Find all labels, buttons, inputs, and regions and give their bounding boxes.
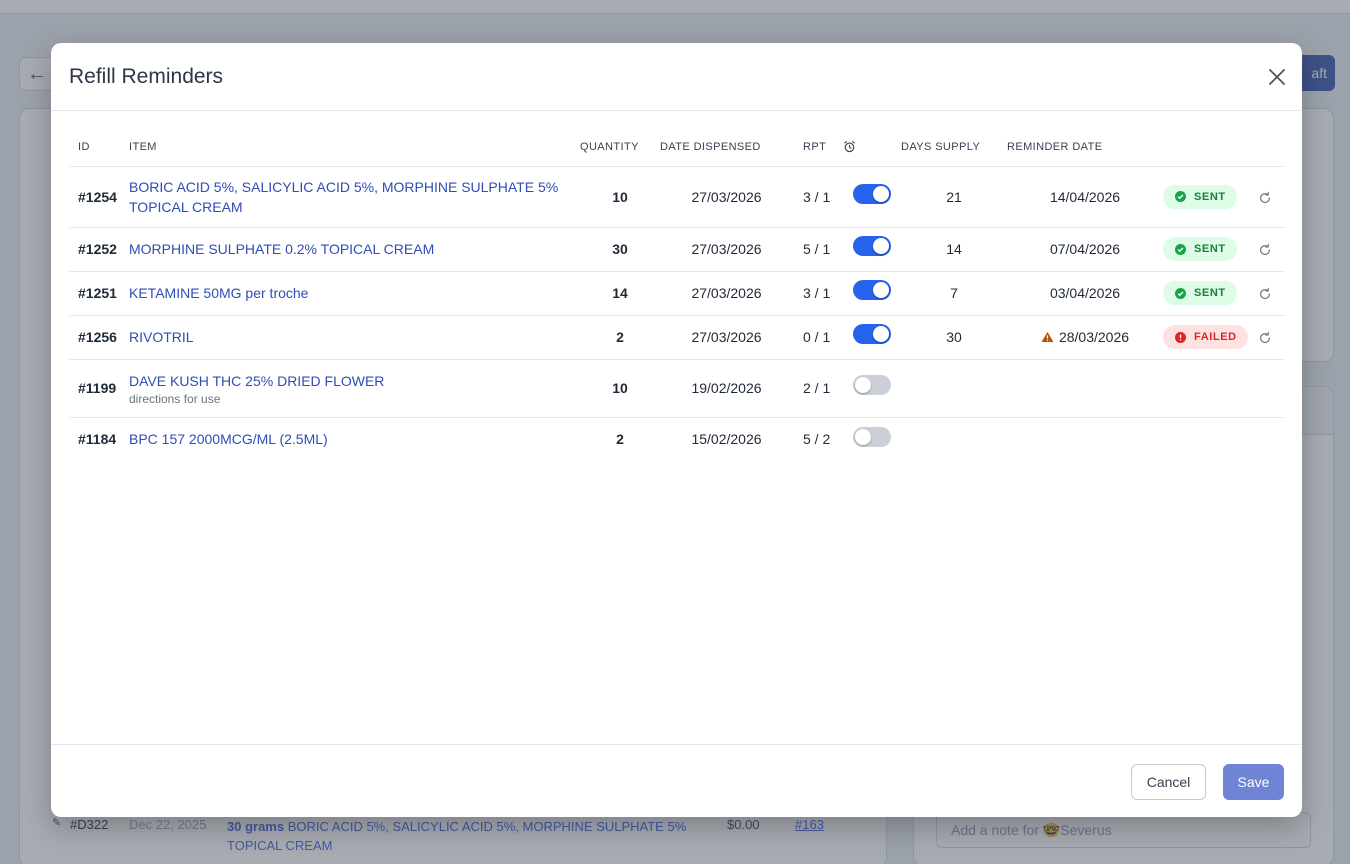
row-quantity: 2: [580, 315, 660, 360]
status-badge: SENT: [1163, 237, 1237, 261]
table-row: #1251 KETAMINE 50MG per troche 14 27/03/…: [69, 271, 1284, 316]
col-header-date-dispensed: DATE DISPENSED: [660, 128, 793, 167]
row-id: #1252: [69, 227, 129, 272]
col-header-alarm: [843, 128, 901, 167]
col-header-action: [1245, 128, 1284, 167]
reminders-table: ID ITEM QUANTITY DATE DISPENSED RPT DAYS…: [69, 128, 1284, 461]
modal-title: Refill Reminders: [69, 65, 224, 88]
reminder-toggle[interactable]: [853, 375, 891, 396]
reminder-toggle[interactable]: [853, 426, 891, 447]
refresh-icon[interactable]: [1258, 191, 1272, 205]
table-row: #1254 BORIC ACID 5%, SALICYLIC ACID 5%, …: [69, 166, 1284, 228]
row-reminder-date-cell: 28/03/2026: [1007, 315, 1163, 360]
alert-circle-icon: [1175, 331, 1186, 343]
row-date-dispensed: 27/03/2026: [660, 166, 793, 228]
row-id: #1199: [69, 359, 129, 418]
row-rpt: 5 / 1: [793, 227, 843, 272]
row-date-dispensed: 27/03/2026: [660, 271, 793, 316]
row-days-supply: 7: [901, 271, 1007, 316]
row-id: #1256: [69, 315, 129, 360]
row-date-dispensed: 27/03/2026: [660, 315, 793, 360]
row-item-directions: directions for use: [129, 391, 221, 406]
row-date-dispensed: 27/03/2026: [660, 227, 793, 272]
alarm-clock-icon: [844, 141, 855, 153]
status-badge: FAILED: [1163, 325, 1248, 349]
table-row: #1184 BPC 157 2000MCG/ML (2.5ML) 2 15/02…: [69, 417, 1284, 461]
close-button[interactable]: [1265, 65, 1289, 89]
row-quantity: 30: [580, 227, 660, 272]
table-row: #1252 MORPHINE SULPHATE 0.2% TOPICAL CRE…: [69, 227, 1284, 272]
reminder-toggle[interactable]: [853, 236, 891, 257]
refresh-icon[interactable]: [1258, 243, 1272, 257]
status-badge: SENT: [1163, 184, 1237, 209]
reminder-toggle[interactable]: [853, 280, 891, 301]
row-reminder-date: 28/03/2026: [1058, 329, 1130, 345]
row-reminder-date: 07/04/2026: [1007, 227, 1163, 272]
col-header-item: ITEM: [129, 128, 580, 167]
reminder-toggle[interactable]: [853, 324, 891, 345]
row-item-link[interactable]: BPC 157 2000MCG/ML (2.5ML): [129, 429, 568, 449]
col-header-id: ID: [69, 128, 129, 167]
row-rpt: 5 / 2: [803, 431, 831, 448]
row-item-link[interactable]: MORPHINE SULPHATE 0.2% TOPICAL CREAM: [129, 239, 568, 259]
check-circle-icon: [1175, 191, 1186, 202]
refresh-icon[interactable]: [1258, 287, 1272, 301]
row-days-supply: 21: [901, 166, 1007, 228]
row-id: #1254: [69, 166, 129, 228]
row-days-supply: 30: [901, 315, 1007, 360]
table-header-row: ID ITEM QUANTITY DATE DISPENSED RPT DAYS…: [69, 128, 1284, 167]
row-id: #1184: [78, 431, 117, 448]
close-icon: [1269, 69, 1285, 85]
row-rpt: 2 / 1: [793, 359, 843, 418]
row-date-dispensed: 19/02/2026: [660, 359, 793, 418]
row-date-dispensed: 15/02/2026: [691, 431, 762, 448]
row-item-link[interactable]: DAVE KUSH THC 25% DRIED FLOWER: [129, 371, 568, 391]
table-row: #1199 DAVE KUSH THC 25% DRIED FLOWER dir…: [69, 359, 1284, 418]
row-item-link[interactable]: RIVOTRIL: [129, 327, 568, 347]
row-quantity: 14: [580, 271, 660, 316]
row-item-link[interactable]: KETAMINE 50MG per troche: [129, 283, 568, 303]
check-circle-icon: [1175, 287, 1186, 299]
row-item-link[interactable]: BORIC ACID 5%, SALICYLIC ACID 5%, MORPHI…: [129, 177, 568, 217]
refill-reminders-modal: Refill Reminders ID ITEM QUANTITY DATE D…: [51, 43, 1302, 817]
row-rpt: 3 / 1: [793, 271, 843, 316]
col-header-quantity: QUANTITY: [580, 128, 660, 167]
refresh-icon[interactable]: [1258, 331, 1272, 345]
reminder-toggle[interactable]: [853, 183, 891, 204]
row-quantity: 2: [616, 431, 624, 448]
row-reminder-date: 14/04/2026: [1007, 166, 1163, 228]
row-quantity: 10: [580, 359, 660, 418]
col-header-rpt: RPT: [793, 128, 843, 167]
warning-triangle-icon: [1041, 331, 1054, 343]
modal-header: Refill Reminders: [51, 43, 1302, 111]
row-rpt: 0 / 1: [793, 315, 843, 360]
col-header-reminder-date: REMINDER DATE: [1007, 128, 1163, 167]
col-header-status: [1163, 128, 1245, 167]
row-days-supply: 14: [901, 227, 1007, 272]
save-button[interactable]: Save: [1223, 764, 1284, 800]
row-quantity: 10: [580, 166, 660, 228]
table-row: #1256 RIVOTRIL 2 27/03/2026 0 / 1 30 28/…: [69, 315, 1284, 360]
status-badge: SENT: [1163, 281, 1237, 305]
check-circle-icon: [1175, 243, 1186, 255]
modal-footer: Cancel Save: [51, 744, 1302, 817]
col-header-days-supply: DAYS SUPPLY: [901, 128, 1007, 167]
row-id: #1251: [69, 271, 129, 316]
row-rpt: 3 / 1: [793, 166, 843, 228]
cancel-button[interactable]: Cancel: [1131, 764, 1206, 800]
row-reminder-date: 03/04/2026: [1007, 271, 1163, 316]
